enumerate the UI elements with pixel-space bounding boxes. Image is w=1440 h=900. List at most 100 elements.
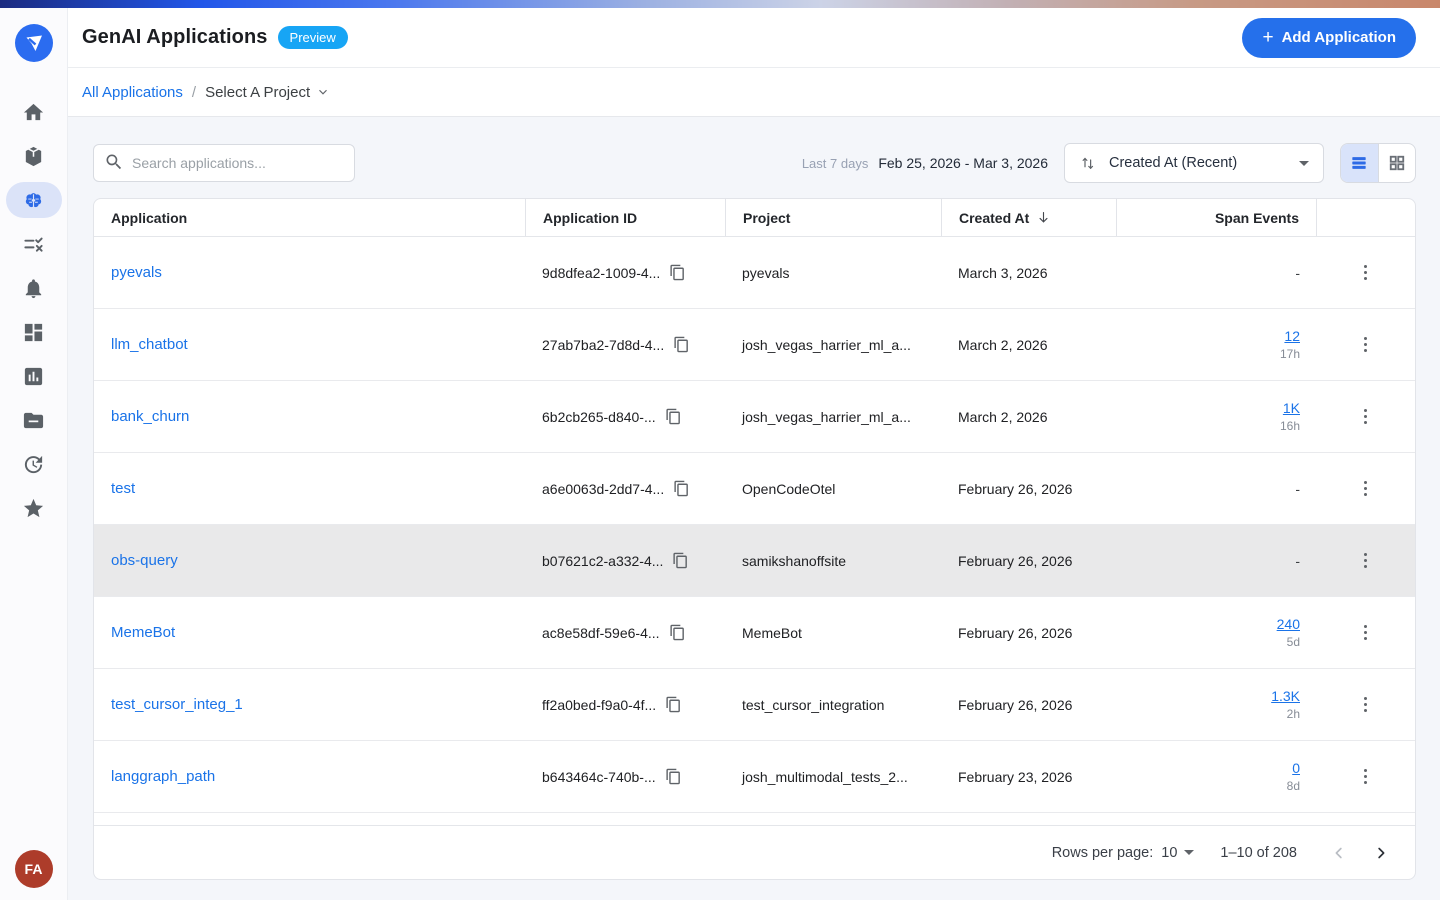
application-id-value: 6b2cb265-d840-... [542, 409, 656, 425]
span-events-cell: 0 8d [1116, 760, 1316, 793]
span-events-age: 2h [1133, 707, 1300, 721]
row-actions-cell [1316, 547, 1415, 575]
folder-icon [22, 409, 45, 432]
chevron-left-icon [1330, 844, 1348, 862]
page-header: GenAI Applications Preview + Add Applica… [68, 8, 1440, 68]
copy-icon[interactable] [673, 336, 690, 353]
row-menu-button[interactable] [1358, 259, 1374, 287]
application-name-link[interactable]: test_cursor_integ_1 [111, 696, 243, 713]
application-name-link[interactable]: langgraph_path [111, 768, 215, 785]
copy-icon[interactable] [665, 408, 682, 425]
copy-icon[interactable] [665, 768, 682, 785]
table-header: Application Application ID Project Creat… [94, 199, 1415, 237]
project-cell: MemeBot [725, 625, 941, 641]
project-selector[interactable]: Select A Project [205, 84, 330, 101]
copy-icon[interactable] [665, 696, 682, 713]
project-cell: OpenCodeOtel [725, 481, 941, 497]
sidebar: FA [0, 8, 68, 900]
sort-arrows-icon [1079, 154, 1097, 172]
span-events-value: - [1133, 553, 1300, 569]
rows-per-page-select[interactable]: 10 [1161, 845, 1194, 861]
span-events-age: 16h [1133, 419, 1300, 433]
application-id-value: ff2a0bed-f9a0-4f... [542, 697, 656, 713]
pagination-bar: Rows per page: 10 1–10 of 208 [94, 825, 1415, 879]
next-page-button[interactable] [1365, 837, 1397, 869]
history-icon [22, 453, 45, 476]
project-cell: pyevals [725, 265, 941, 281]
sidebar-item-projects[interactable] [6, 402, 62, 438]
row-menu-button[interactable] [1358, 763, 1374, 791]
row-menu-button[interactable] [1358, 475, 1374, 503]
application-id-value: 9d8dfea2-1009-4... [542, 265, 660, 281]
row-menu-button[interactable] [1358, 331, 1374, 359]
span-events-value[interactable]: 0 [1133, 760, 1300, 776]
application-name-link[interactable]: test [111, 480, 135, 497]
checklist-icon [22, 233, 45, 256]
row-actions-cell [1316, 475, 1415, 503]
pagination-range: 1–10 of 208 [1220, 845, 1297, 861]
fiddler-logo-icon[interactable] [15, 24, 53, 62]
grid-view-button[interactable] [1378, 144, 1416, 182]
search-input[interactable] [93, 144, 355, 182]
sidebar-item-genai-applications[interactable] [6, 182, 62, 218]
plus-icon: + [1262, 28, 1273, 47]
bell-icon [22, 277, 45, 300]
sort-descending-icon [1036, 210, 1051, 225]
sidebar-item-history[interactable] [6, 446, 62, 482]
view-toggle [1340, 143, 1416, 183]
application-id-cell: ac8e58df-59e6-4... [525, 624, 725, 641]
application-name-link[interactable]: bank_churn [111, 408, 189, 425]
application-name-link[interactable]: MemeBot [111, 624, 175, 641]
row-menu-button[interactable] [1358, 547, 1374, 575]
span-events-value[interactable]: 240 [1133, 616, 1300, 632]
table-row: obs-query b07621c2-a332-4... samikshanof… [94, 525, 1415, 597]
sidebar-item-models[interactable] [6, 138, 62, 174]
sidebar-item-home[interactable] [6, 94, 62, 130]
page-title: GenAI Applications [82, 26, 268, 49]
row-menu-button[interactable] [1358, 403, 1374, 431]
span-events-value[interactable]: 1K [1133, 400, 1300, 416]
copy-icon[interactable] [669, 264, 686, 281]
created-at-cell: March 3, 2026 [941, 265, 1116, 281]
application-name-link[interactable]: pyevals [111, 264, 162, 281]
span-events-cell: - [1116, 553, 1316, 569]
span-events-value: - [1133, 265, 1300, 281]
span-events-age: 8d [1133, 779, 1300, 793]
row-menu-button[interactable] [1358, 691, 1374, 719]
breadcrumb: All Applications / Select A Project [68, 68, 1440, 117]
applications-table: Application Application ID Project Creat… [93, 198, 1416, 880]
breadcrumb-all-applications-link[interactable]: All Applications [82, 84, 183, 101]
date-range-picker[interactable]: Last 7 days Feb 25, 2026 - Mar 3, 2026 [802, 155, 1048, 171]
previous-page-button[interactable] [1323, 837, 1355, 869]
sidebar-item-alerts[interactable] [6, 270, 62, 306]
application-id-value: b07621c2-a332-4... [542, 553, 663, 569]
sidebar-item-analytics[interactable] [6, 358, 62, 394]
chevron-right-icon [1372, 844, 1390, 862]
sidebar-item-dashboards[interactable] [6, 314, 62, 350]
column-header-created-at[interactable]: Created At [941, 199, 1116, 236]
sidebar-item-evaluations[interactable] [6, 226, 62, 262]
bar-chart-icon [22, 365, 45, 388]
copy-icon[interactable] [669, 624, 686, 641]
application-id-cell: 9d8dfea2-1009-4... [525, 264, 725, 281]
cube-icon [22, 145, 45, 168]
application-id-value: a6e0063d-2dd7-4... [542, 481, 664, 497]
created-at-cell: March 2, 2026 [941, 337, 1116, 353]
copy-icon[interactable] [672, 552, 689, 569]
list-view-button[interactable] [1341, 144, 1378, 182]
date-range-label: Last 7 days [802, 156, 869, 171]
sort-dropdown[interactable]: Created At (Recent) [1064, 143, 1324, 183]
copy-icon[interactable] [673, 480, 690, 497]
application-name-link[interactable]: obs-query [111, 552, 178, 569]
project-cell: samikshanoffsite [725, 553, 941, 569]
sidebar-item-favorites[interactable] [6, 490, 62, 526]
span-events-value[interactable]: 12 [1133, 328, 1300, 344]
avatar[interactable]: FA [15, 850, 53, 888]
add-application-button[interactable]: + Add Application [1242, 18, 1416, 58]
application-name-link[interactable]: llm_chatbot [111, 336, 188, 353]
application-name-cell: test [94, 480, 525, 497]
span-events-value[interactable]: 1.3K [1133, 688, 1300, 704]
row-menu-button[interactable] [1358, 619, 1374, 647]
star-icon [22, 497, 45, 520]
span-events-cell: 1.3K 2h [1116, 688, 1316, 721]
